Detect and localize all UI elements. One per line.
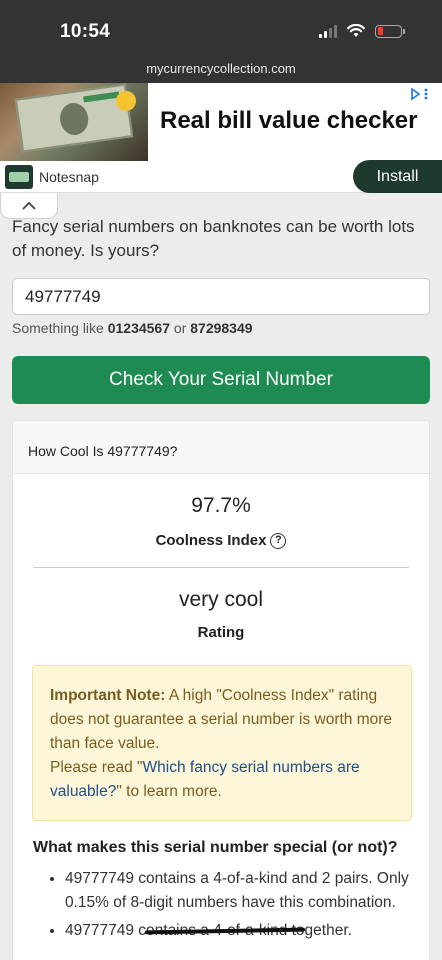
coolness-label: Coolness Index xyxy=(155,532,267,549)
banknote-graphic xyxy=(14,83,134,153)
ad-banner[interactable]: Real bill value checker Notesnap Install xyxy=(0,83,442,193)
result-header: How Cool Is 49777749? xyxy=(13,421,429,474)
status-time: 10:54 xyxy=(60,21,111,42)
status-bar: 10:54 xyxy=(0,0,442,56)
intro-text: Fancy serial numbers on banknotes can be… xyxy=(12,217,415,260)
chevron-up-icon xyxy=(22,201,36,210)
rating-stat: very cool Rating xyxy=(13,588,429,641)
adchoices-icon[interactable] xyxy=(410,87,430,101)
coolness-value: 97.7% xyxy=(191,494,251,517)
rating-value: very cool xyxy=(178,588,264,611)
cellular-signal-icon xyxy=(319,24,337,38)
notesnap-app-icon[interactable] xyxy=(5,165,33,189)
status-icons xyxy=(319,24,405,38)
hint-or: or xyxy=(173,320,187,336)
smiley-emoji-icon xyxy=(116,91,136,111)
list-item: 49777749 contains a 4-of-a-kind together… xyxy=(65,919,423,943)
wifi-icon xyxy=(347,24,365,37)
note-title: Important Note: xyxy=(50,687,166,704)
rating-label: Rating xyxy=(197,624,245,641)
divider xyxy=(33,567,409,568)
note-read-prefix: Please read " xyxy=(50,759,143,776)
coolness-stat: 97.7% Coolness Index ? xyxy=(13,494,429,549)
help-question-icon[interactable]: ? xyxy=(270,532,287,549)
hint-prefix: Something like xyxy=(12,320,104,336)
special-heading: What makes this serial number special (o… xyxy=(33,839,398,856)
install-button[interactable]: Install xyxy=(353,160,442,193)
hint-example-2: 87298349 xyxy=(190,320,253,336)
address-bar[interactable]: mycurrencycollection.com xyxy=(0,56,442,83)
ad-banknote-image[interactable] xyxy=(0,83,148,161)
serial-number-input[interactable] xyxy=(12,278,430,315)
hint-example-1: 01234567 xyxy=(107,320,171,336)
list-item: 49777749 contains a 4-of-a-kind and 2 pa… xyxy=(65,867,423,915)
result-card: How Cool Is 49777749? 97.7% Coolness Ind… xyxy=(12,420,430,960)
important-note: Important Note: A high "Coolness Index" … xyxy=(32,665,412,821)
special-list: 49777749 contains a 4-of-a-kind and 2 pa… xyxy=(33,867,423,943)
special-section: What makes this serial number special (o… xyxy=(33,839,423,947)
input-hint: Something like 01234567 or 87298349 xyxy=(12,320,253,336)
ad-title[interactable]: Real bill value checker xyxy=(160,107,417,135)
check-serial-button[interactable]: Check Your Serial Number xyxy=(12,356,430,404)
note-read-suffix: " to learn more. xyxy=(116,783,222,800)
battery-low-icon xyxy=(375,24,405,38)
ad-app-name[interactable]: Notesnap xyxy=(39,169,99,185)
coolness-label-row: Coolness Index ? xyxy=(13,532,429,549)
